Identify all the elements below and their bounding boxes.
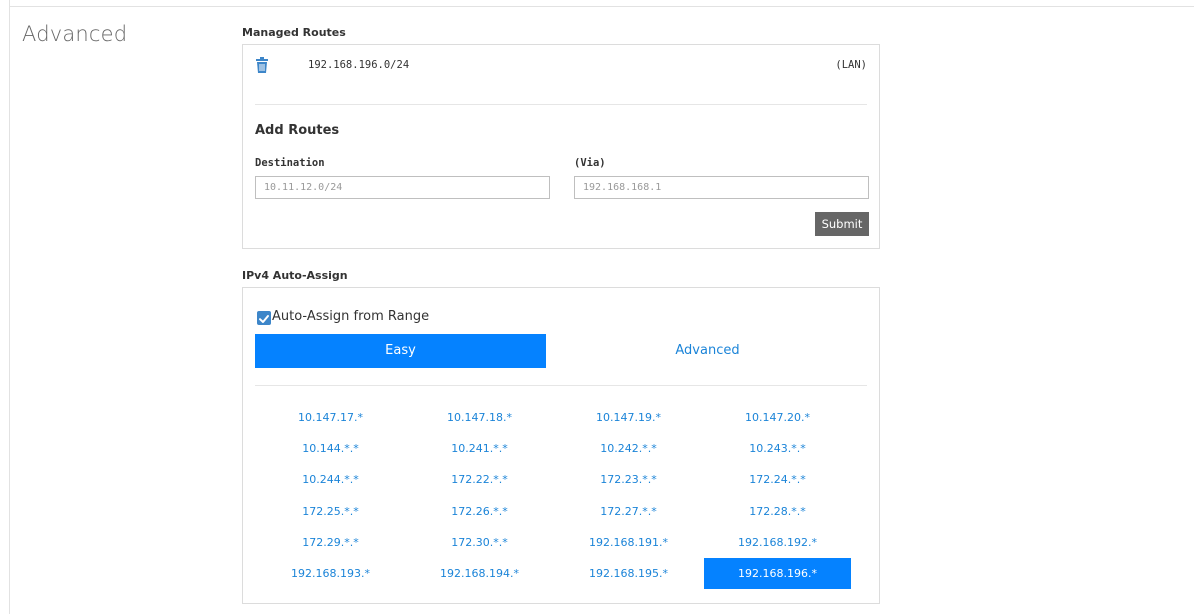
range-option[interactable]: 10.147.19.* <box>555 402 702 433</box>
range-option-selected[interactable]: 192.168.196.* <box>704 558 851 589</box>
range-option[interactable]: 10.244.*.* <box>257 464 404 495</box>
route-ip: 192.168.196.0/24 <box>308 59 410 71</box>
route-tag: (LAN) <box>835 59 867 71</box>
range-option[interactable]: 192.168.191.* <box>555 527 702 558</box>
range-option[interactable]: 10.241.*.* <box>406 433 553 464</box>
add-routes-title: Add Routes <box>255 123 340 138</box>
range-option[interactable]: 10.242.*.* <box>555 433 702 464</box>
via-label: (Via) <box>574 157 606 169</box>
range-option[interactable]: 192.168.194.* <box>406 558 553 589</box>
range-option[interactable]: 172.22.*.* <box>406 464 553 495</box>
range-option[interactable]: 172.30.*.* <box>406 527 553 558</box>
range-option[interactable]: 10.147.17.* <box>257 402 404 433</box>
tab-easy[interactable]: Easy <box>255 334 546 368</box>
via-input[interactable] <box>574 176 869 199</box>
range-option[interactable]: 192.168.195.* <box>555 558 702 589</box>
range-option[interactable]: 10.243.*.* <box>704 433 851 464</box>
tab-advanced[interactable]: Advanced <box>546 334 869 368</box>
content-frame-top-border <box>9 6 1194 7</box>
ipv4-auto-assign-label: IPv4 Auto-Assign <box>242 269 348 282</box>
routes-divider <box>255 104 867 105</box>
route-row: 192.168.196.0/24 (LAN) <box>255 57 867 75</box>
range-option[interactable]: 10.144.*.* <box>257 433 404 464</box>
destination-input[interactable] <box>255 176 550 199</box>
managed-routes-panel: 192.168.196.0/24 (LAN) Add Routes Destin… <box>242 44 880 249</box>
range-option[interactable]: 172.29.*.* <box>257 527 404 558</box>
range-option[interactable]: 10.147.20.* <box>704 402 851 433</box>
range-option[interactable]: 10.147.18.* <box>406 402 553 433</box>
auto-assign-checkbox[interactable] <box>257 311 271 325</box>
range-option[interactable]: 172.23.*.* <box>555 464 702 495</box>
ipv4-auto-assign-panel: Auto-Assign from Range Easy Advanced 10.… <box>242 287 880 604</box>
tabs-divider <box>255 385 867 386</box>
trash-icon[interactable] <box>255 57 269 73</box>
section-title: Advanced <box>22 22 128 46</box>
managed-routes-label: Managed Routes <box>242 26 346 39</box>
range-option[interactable]: 172.24.*.* <box>704 464 851 495</box>
range-option[interactable]: 192.168.192.* <box>704 527 851 558</box>
auto-assign-label: Auto-Assign from Range <box>272 309 430 324</box>
content-frame-left-border <box>9 0 10 614</box>
range-option[interactable]: 192.168.193.* <box>257 558 404 589</box>
submit-button[interactable]: Submit <box>815 212 869 236</box>
range-option[interactable]: 172.28.*.* <box>704 496 851 527</box>
range-option[interactable]: 172.25.*.* <box>257 496 404 527</box>
destination-label: Destination <box>255 157 325 169</box>
range-option[interactable]: 172.26.*.* <box>406 496 553 527</box>
checkmark-icon <box>259 315 269 323</box>
range-option[interactable]: 172.27.*.* <box>555 496 702 527</box>
